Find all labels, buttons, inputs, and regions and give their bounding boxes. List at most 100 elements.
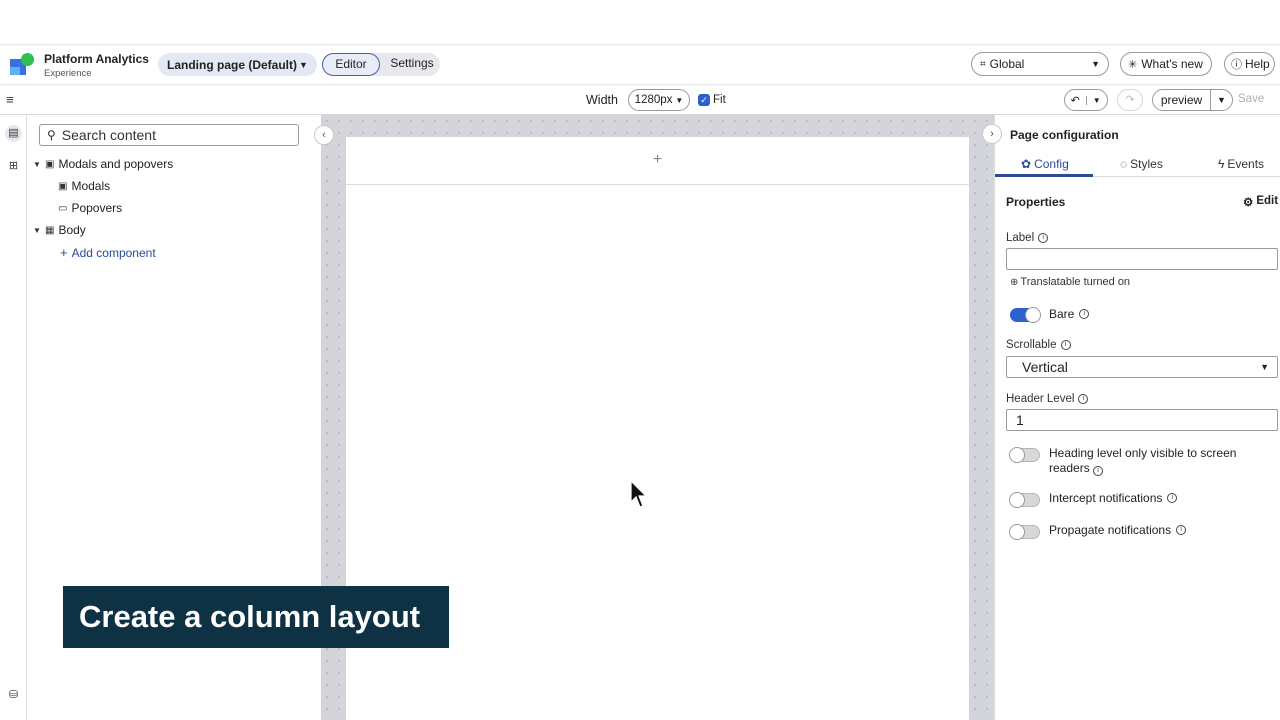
database-icon[interactable]: ⛁ — [5, 687, 22, 704]
tree-item-label: Modals and popovers — [58, 157, 174, 171]
bare-toggle[interactable] — [1010, 307, 1041, 323]
caret-down-icon: ▼ — [1091, 59, 1100, 69]
label-field-label: Label i — [1006, 232, 1049, 244]
intercept-notifications-label: Intercept notifications i — [1049, 491, 1178, 505]
globe-icon: ⌗ — [980, 58, 986, 70]
add-component-link[interactable]: + Add component — [60, 245, 156, 260]
scrollable-value: Vertical — [1022, 359, 1068, 375]
info-icon[interactable]: i — [1176, 525, 1187, 535]
heading-visibility-label: Heading level only visible to screen rea… — [1049, 446, 1269, 476]
edit-label: Edit — [1256, 195, 1279, 207]
info-icon[interactable]: i — [1038, 233, 1049, 243]
fit-label: Fit — [713, 94, 726, 106]
collapse-panel-icon[interactable]: ‹ — [314, 125, 334, 145]
edit-button[interactable]: ⚙ Edit — [1243, 195, 1278, 209]
tree-item-label: Body — [58, 223, 86, 237]
sparkle-icon: ✳ — [1128, 58, 1138, 71]
components-icon[interactable]: ⊞ — [5, 158, 22, 175]
scrollable-select[interactable]: Vertical ▼ — [1006, 356, 1278, 378]
gear-icon: ⚙ — [1243, 197, 1254, 209]
tab-config-label: Config — [1034, 157, 1069, 171]
scrollable-label: Scrollable i — [1006, 339, 1071, 351]
active-tab-indicator — [995, 174, 1093, 177]
tab-editor[interactable]: Editor — [322, 53, 380, 76]
tab-settings[interactable]: Settings — [384, 53, 440, 76]
undo-history-caret-icon[interactable]: ▼ — [1085, 95, 1108, 105]
save-button[interactable]: Save — [1238, 93, 1264, 105]
help-button[interactable]: ⓘ Help — [1224, 52, 1275, 76]
preview-group: preview ▼ — [1152, 89, 1233, 111]
tab-events-label: Events — [1227, 157, 1265, 171]
info-icon[interactable]: i — [1093, 466, 1104, 476]
info-icon[interactable]: i — [1079, 309, 1090, 319]
caret-down-icon: ▼ — [675, 95, 684, 105]
editor-toolbar: ≡ Width 1280px ▼ ✓ Fit ↶ ▼ ↷ preview ▼ S… — [0, 84, 1280, 115]
header-level-label-text: Header Level — [1006, 393, 1075, 405]
preview-caret-icon[interactable]: ▼ — [1211, 95, 1232, 105]
undo-icon[interactable]: ↶ — [1065, 94, 1086, 107]
canvas-add-region[interactable]: + — [346, 137, 969, 185]
header-level-label: Header Level i — [1006, 393, 1089, 405]
page-selector[interactable]: Landing page (Default) ▼ — [158, 53, 317, 76]
tree-item-label: Popovers — [71, 201, 123, 215]
scrollable-label-text: Scrollable — [1006, 339, 1057, 351]
expand-caret-icon[interactable]: ▼ — [33, 226, 41, 235]
intercept-notifications-toggle[interactable] — [1009, 492, 1040, 508]
caret-down-icon: ▼ — [299, 59, 308, 70]
info-icon[interactable]: i — [1060, 340, 1071, 350]
heading-visibility-text: Heading level only visible to screen rea… — [1049, 446, 1237, 475]
tree-item-body[interactable]: ▼ ▦ Body — [33, 223, 86, 237]
globe-icon: ⊕ — [1010, 276, 1019, 288]
tree-item-modals-and-popovers[interactable]: ▼ ▣ Modals and popovers — [33, 157, 173, 171]
app-header: Platform Analytics Experience Landing pa… — [0, 45, 1280, 84]
tab-events[interactable]: ϟ Events — [1218, 157, 1264, 171]
propagate-notifications-toggle[interactable] — [1009, 524, 1040, 540]
label-input[interactable] — [1006, 248, 1278, 270]
menu-icon[interactable]: ≡ — [6, 92, 14, 107]
intercept-text: Intercept notifications — [1049, 491, 1163, 505]
panel-title: Page configuration — [1010, 128, 1119, 142]
tab-styles[interactable]: ◌ Styles — [1120, 157, 1163, 171]
info-icon[interactable]: i — [1167, 493, 1178, 503]
browser-top-strip — [0, 0, 1280, 45]
properties-heading: Properties — [1006, 195, 1066, 209]
propagate-notifications-label: Propagate notifications i — [1049, 523, 1187, 537]
translatable-text: Translatable turned on — [1020, 276, 1131, 288]
expand-caret-icon[interactable]: ▼ — [33, 160, 41, 169]
add-component-label: Add component — [71, 245, 156, 260]
mouse-cursor-icon — [630, 480, 648, 508]
page-icon[interactable]: ▤ — [5, 125, 22, 142]
width-label: Width — [586, 93, 618, 107]
caret-down-icon: ▼ — [1260, 362, 1269, 372]
bare-label-text: Bare — [1049, 307, 1075, 321]
tree-item-modals[interactable]: ▣ Modals — [58, 179, 110, 193]
heading-visibility-toggle[interactable] — [1009, 447, 1040, 463]
left-rail: ▤ ⊞ ⛁ — [0, 115, 27, 720]
search-input[interactable] — [61, 127, 282, 143]
app-title: Platform Analytics — [44, 52, 149, 66]
width-select[interactable]: 1280px ▼ — [628, 89, 690, 111]
panel-tabs: ✿ Config ◌ Styles ϟ Events — [995, 151, 1280, 177]
mode-switcher: Editor Settings — [322, 53, 440, 76]
preview-button[interactable]: preview — [1153, 90, 1211, 110]
header-level-input[interactable]: 1 — [1006, 409, 1278, 431]
bare-label: Bare i — [1049, 307, 1090, 321]
lightning-icon: ϟ — [1218, 157, 1225, 171]
locale-select[interactable]: ⌗ Global ▼ — [971, 52, 1109, 76]
tab-config[interactable]: ✿ Config — [1021, 157, 1069, 171]
tree-item-popovers[interactable]: ▭ Popovers — [58, 201, 122, 215]
info-icon[interactable]: i — [1078, 394, 1089, 404]
plus-icon: + — [60, 245, 68, 260]
caption-banner: Create a column layout — [63, 586, 449, 648]
whats-new-label: What's new — [1141, 57, 1203, 71]
tab-styles-label: Styles — [1130, 157, 1163, 171]
whats-new-button[interactable]: ✳ What's new — [1120, 52, 1212, 76]
fit-checkbox[interactable]: ✓ — [698, 94, 710, 106]
redo-icon[interactable]: ↷ — [1117, 89, 1143, 111]
expand-panel-icon[interactable]: › — [982, 124, 1002, 144]
app-logo — [8, 53, 36, 79]
search-box: ⚲ — [39, 124, 299, 146]
locale-value: Global — [989, 57, 1025, 71]
help-label: Help — [1245, 57, 1270, 71]
gear-icon: ✿ — [1021, 157, 1032, 171]
